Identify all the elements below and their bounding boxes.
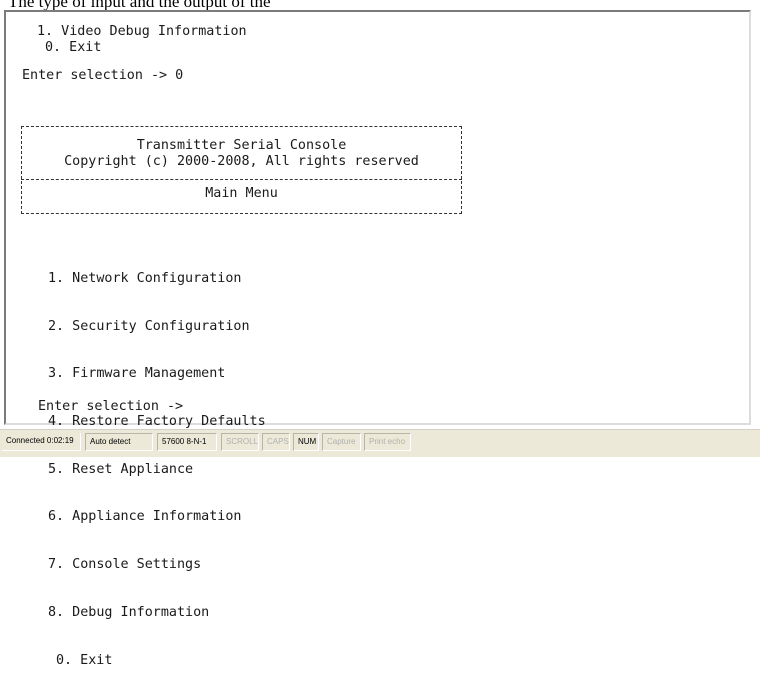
banner-top-border	[21, 126, 462, 127]
console-title: Transmitter Serial Console	[136, 138, 347, 153]
detect-mode: Auto detect	[85, 433, 153, 451]
menu-item-debug[interactable]: 8. Debug Information	[48, 605, 266, 621]
menu-line: 0. Exit	[45, 39, 102, 55]
menu-item-firmware[interactable]: 3. Firmware Management	[48, 366, 266, 382]
main-menu-heading: Main Menu	[205, 186, 278, 201]
menu-item-exit[interactable]: 0. Exit	[48, 653, 266, 669]
port-settings: 57600 8-N-1	[157, 433, 217, 451]
num-indicator: NUM	[293, 433, 319, 451]
caps-indicator: CAPS	[262, 433, 290, 451]
banner-bottom-border	[21, 213, 462, 214]
menu-item-restore-defaults[interactable]: 4. Restore Factory Defaults	[48, 414, 266, 430]
console-banner: Transmitter Serial Console Copyright (c)…	[21, 126, 462, 214]
print-echo-indicator: Print echo	[364, 433, 411, 451]
menu-item-network[interactable]: 1. Network Configuration	[48, 271, 266, 287]
capture-indicator: Capture	[322, 433, 361, 451]
selection-prompt[interactable]: Enter selection ->	[38, 399, 183, 415]
banner-divider	[21, 179, 462, 180]
copyright-line: Copyright (c) 2000-2008, All rights rese…	[64, 154, 419, 169]
prompt-line: Enter selection -> 0	[22, 67, 184, 83]
menu-item-console-settings[interactable]: 7. Console Settings	[48, 557, 266, 573]
debug-menu: 1. Video Debug Information 0. Exit Enter s…	[22, 24, 247, 84]
scroll-indicator: SCROLL	[221, 433, 259, 451]
connection-status: Connected 0:02:19	[2, 433, 81, 451]
menu-line: 1. Video Debug Information	[37, 24, 247, 39]
menu-item-reset[interactable]: 5. Reset Appliance	[48, 462, 266, 478]
menu-item-appliance-info[interactable]: 6. Appliance Information	[48, 509, 266, 525]
main-menu-list: 1. Network Configuration 2. Security Con…	[48, 239, 266, 684]
menu-item-security[interactable]: 2. Security Configuration	[48, 319, 266, 335]
status-bar: Connected 0:02:19 Auto detect 57600 8-N-…	[0, 429, 760, 457]
